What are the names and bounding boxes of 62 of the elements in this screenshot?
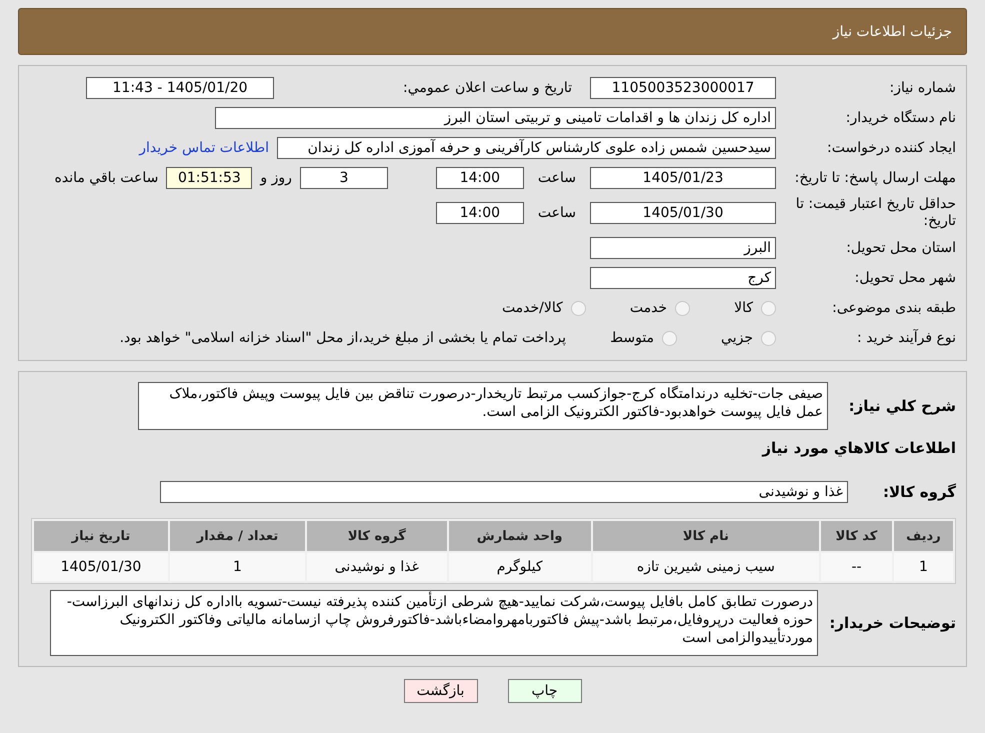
date-field: 1405/01/23	[590, 167, 776, 189]
table-cell: --	[821, 553, 892, 581]
table-cell: کیلوگرم	[448, 553, 591, 581]
field-label: شرح کلي نیاز:	[848, 397, 956, 415]
radio-icon	[675, 300, 690, 316]
need-number-field: 1105003523000017	[590, 77, 776, 99]
field-label: گروه کالا:	[882, 483, 956, 501]
time-field: 14:00	[436, 167, 524, 189]
table-cell: سیب زمینی شیرین تازه	[592, 553, 820, 581]
radio-icon	[662, 330, 678, 346]
column-header: ردیف	[894, 521, 953, 551]
page-title: جزئیات اطلاعات نیاز	[18, 8, 967, 55]
field-label: طبقه بندی موضوعی:	[831, 300, 956, 316]
table-cell: 1	[170, 553, 306, 581]
column-header: گروه کالا	[307, 521, 447, 551]
back-button[interactable]: بازگشت	[404, 679, 478, 703]
field-label: شماره نیاز:	[888, 80, 956, 96]
table-cell: 1	[894, 553, 953, 581]
field-label: حداقل تاریخ اعتبار قیمت: تا تاریخ:	[794, 196, 956, 230]
print-button[interactable]: چاپ	[508, 679, 582, 703]
time-label: ساعت	[538, 170, 576, 186]
field-label: ایجاد کننده درخواست:	[826, 140, 956, 156]
radio-icon	[761, 330, 776, 346]
category-radio[interactable]: کالا	[734, 300, 776, 316]
column-header: تاریخ نیاز	[34, 521, 168, 551]
buyer-contact-link[interactable]: اطلاعات تماس خریدار	[139, 140, 269, 156]
goods-group-field: غذا و نوشیدنی	[160, 481, 848, 503]
column-header: کد کالا	[821, 521, 892, 551]
remaining-label: ساعت باقي مانده	[54, 170, 158, 186]
buyer-name-field: اداره کل زندان ها و اقدامات تامینی و تربیتی استان البرز	[215, 107, 776, 129]
province-field: البرز	[590, 237, 776, 259]
announce-date-field: 1405/01/20 - 11:43	[86, 77, 274, 99]
purchase-type-radio[interactable]: جزيي	[721, 330, 776, 346]
field-label: نوع فرآیند خرید :	[856, 330, 956, 346]
column-header: واحد شمارش	[448, 521, 591, 551]
radio-icon	[761, 300, 776, 316]
field-label: استان محل تحویل:	[845, 240, 956, 256]
section-title: اطلاعات کالاهاي مورد نیاز	[762, 439, 956, 457]
days-label: روز و	[260, 170, 292, 186]
buyer-notes-field: درصورت تطابق کامل بافایل پیوست،شرکت نمایید-هیچ شرطی ازتأمین کننده پذیرفته نیست-تسویه بااداره کل زندانهای البرزاست-حوزه فعالیت درپروفایل،مرتبط باشد-پیش فاکتوربامهروامضاءباشد-فاکتورفروش چاپ ازسامانه مالیاتی وفاکتور الکترونیک موردتأییدوالزامی است	[50, 590, 818, 656]
date-field: 1405/01/30	[590, 202, 776, 224]
description-field: صیفی جات-تخلیه درندامتگاه کرج-جوازکسب مرتبط تاریخدار-درصورت تناقض بین فایل پیوست وپیش فاکتور،ملاک عمل فایل پیوست خواهدبود-فاکتور الکترونیک الزامی است.	[138, 382, 828, 430]
field-label: شهر محل تحویل:	[854, 270, 956, 286]
time-field: 14:00	[436, 202, 524, 224]
field-label: تاریخ و ساعت اعلان عمومي:	[402, 80, 573, 96]
radio-icon	[570, 300, 586, 316]
table-cell: 1405/01/30	[34, 553, 168, 581]
time-label: ساعت	[538, 205, 576, 221]
table-cell: غذا و نوشیدنی	[307, 553, 447, 581]
payment-note: پرداخت تمام یا بخشی از مبلغ خرید،از محل "اسناد خزانه اسلامی" خواهد بود.	[120, 330, 566, 346]
purchase-type-radio[interactable]: متوسط	[610, 330, 678, 346]
field-label: توضیحات خریدار:	[828, 614, 956, 632]
field-label: مهلت ارسال پاسخ: تا تاریخ:	[794, 170, 956, 186]
remaining-time-field: 01:51:53	[166, 167, 252, 189]
category-radio[interactable]: خدمت	[630, 300, 690, 316]
column-header: نام کالا	[592, 521, 820, 551]
field-label: نام دستگاه خریدار:	[844, 110, 956, 126]
column-header: تعداد / مقدار	[170, 521, 306, 551]
city-field: کرج	[590, 267, 776, 289]
days-field: 3	[300, 167, 388, 189]
creator-field: سیدحسین شمس زاده علوی کارشناس کارآفرینی و حرفه آموزی اداره کل زندان	[277, 137, 776, 159]
category-radio[interactable]: کالا/خدمت	[502, 300, 586, 316]
